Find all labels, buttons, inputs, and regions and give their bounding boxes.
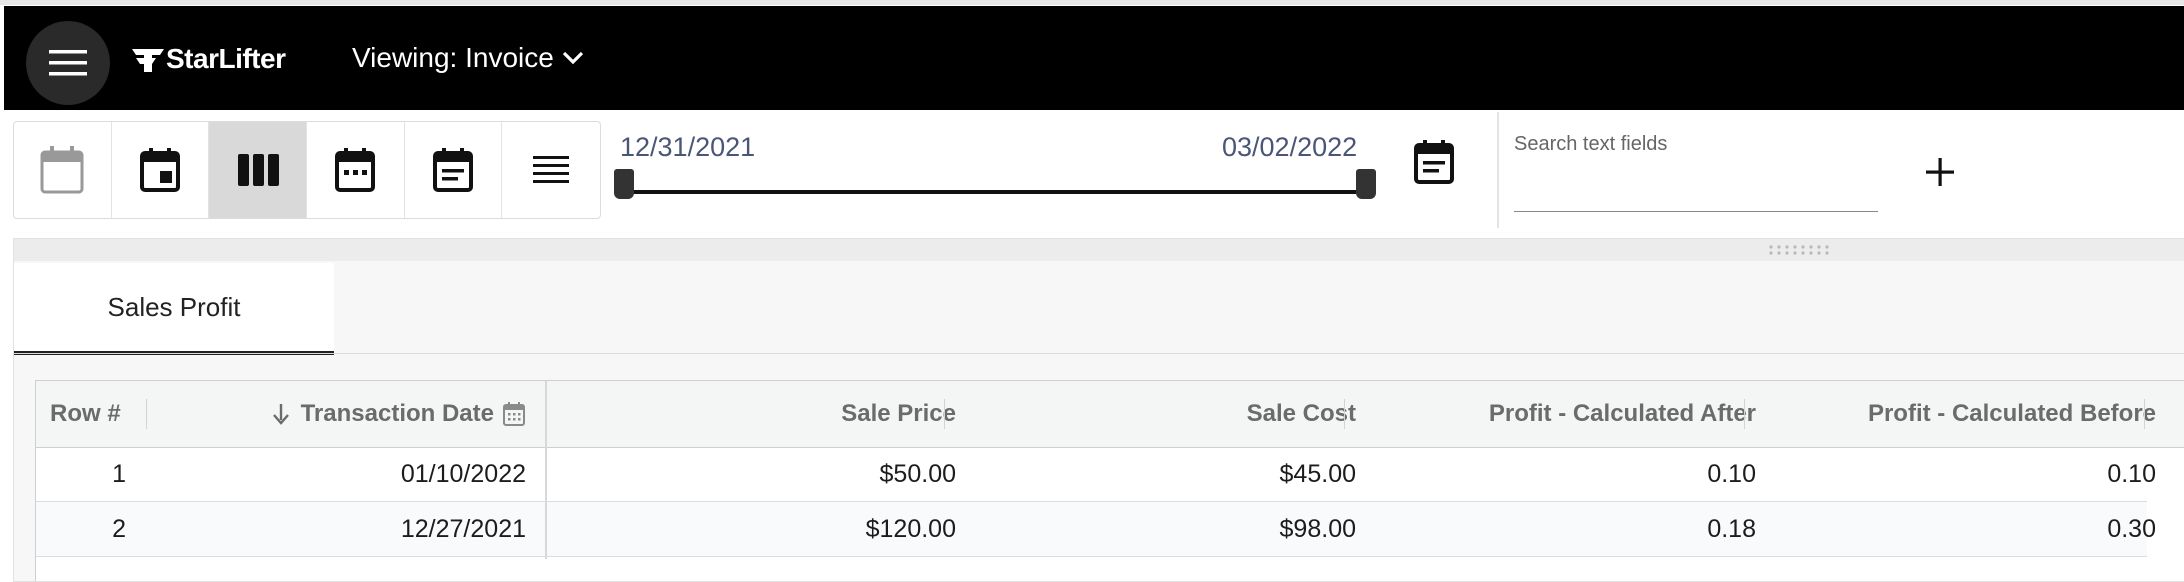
column-separator[interactable]	[146, 399, 147, 429]
pinned-column-divider	[545, 381, 547, 559]
calendar-agenda-icon	[433, 148, 474, 192]
calendar-event-icon	[1414, 140, 1454, 184]
search-input[interactable]	[1514, 163, 1878, 212]
column-header-sale-cost[interactable]: Sale Cost	[956, 381, 1356, 447]
day-view-button[interactable]	[112, 122, 210, 218]
tab-sales-profit[interactable]: Sales Profit	[14, 263, 334, 355]
column-header-label: Sale Price	[841, 400, 956, 427]
search-label: Search text fields	[1514, 133, 1668, 155]
column-header-label: Profit - Calculated Before	[1867, 400, 2156, 427]
column-header-profit-before[interactable]: Profit - Calculated Before	[1756, 381, 2156, 447]
column-separator[interactable]	[1344, 399, 1345, 429]
date-range-start: 12/31/2021	[620, 132, 756, 162]
brand-name: StarLifter	[166, 43, 286, 74]
grid-header: Row # Transaction Date Sale Price Sale C…	[36, 381, 2184, 448]
tab-bar-border	[14, 353, 2184, 354]
cell-sale-price: $120.00	[865, 515, 956, 543]
column-header-label: Sale Cost	[1246, 400, 1356, 427]
column-header-label: Row #	[50, 400, 121, 427]
starlifter-logo-mark	[132, 49, 164, 72]
agenda-view-button[interactable]	[405, 122, 503, 218]
cell-sale-cost: $98.00	[1279, 515, 1356, 543]
column-separator[interactable]	[944, 399, 945, 429]
arrow-down-icon	[272, 404, 289, 425]
date-range-end: 03/02/2022	[1222, 132, 1358, 162]
column-header-label: Transaction Date	[300, 400, 494, 427]
columns-view-button[interactable]	[209, 122, 308, 218]
toolbar-divider	[1497, 112, 1499, 228]
calendar-day-icon	[140, 148, 180, 192]
cell-profit-after: 0.18	[1707, 515, 1756, 543]
cell-profit-after: 0.10	[1707, 460, 1756, 488]
column-header-transaction-date[interactable]: Transaction Date	[156, 381, 526, 447]
view-selector[interactable]: Viewing: Invoice	[352, 42, 584, 74]
table-row[interactable]: 2 12/27/2021 $120.00 $98.00 0.18 0.30	[36, 502, 2156, 557]
view-selector-label: Viewing: Invoice	[352, 42, 554, 73]
cell-sale-cost: $45.00	[1279, 460, 1356, 488]
column-header-sale-price[interactable]: Sale Price	[556, 381, 956, 447]
date-range-slider-track[interactable]	[622, 190, 1366, 194]
panel-resize-bar[interactable]	[14, 239, 2184, 261]
column-header-label: Profit - Calculated After	[1488, 400, 1756, 427]
week-view-button[interactable]	[307, 122, 405, 218]
date-range-start-handle[interactable]	[614, 169, 634, 199]
hamburger-icon	[49, 50, 87, 76]
columns-view-icon	[237, 154, 279, 186]
cell-transaction-date: 12/27/2021	[400, 515, 526, 543]
add-button[interactable]	[1924, 149, 1956, 195]
date-picker-button[interactable]	[1412, 138, 1460, 186]
menu-button[interactable]	[26, 21, 110, 105]
calendar-icon	[503, 402, 525, 426]
column-header-row-number[interactable]: Row #	[50, 381, 160, 447]
cell-profit-before: 0.30	[2107, 515, 2156, 543]
column-header-profit-after[interactable]: Profit - Calculated After	[1356, 381, 1756, 447]
cell-row-number: 2	[112, 515, 126, 543]
drag-handle-icon	[1769, 245, 1829, 255]
cell-sale-price: $50.00	[879, 460, 956, 488]
list-view-icon	[533, 156, 570, 183]
app-bar: StarLifter Viewing: Invoice	[4, 6, 2184, 110]
calendar-outline-icon	[40, 146, 84, 194]
list-view-button[interactable]	[502, 122, 600, 218]
month-view-button[interactable]	[14, 122, 112, 218]
column-separator[interactable]	[1744, 399, 1745, 429]
cell-transaction-date: 01/10/2022	[400, 460, 526, 488]
cell-row-number: 1	[112, 460, 126, 488]
chevron-down-icon	[562, 51, 583, 65]
data-grid: Row # Transaction Date Sale Price Sale C…	[35, 380, 2184, 581]
tab-label: Sales Profit	[107, 291, 241, 322]
calendar-week-icon	[335, 148, 376, 192]
table-row[interactable]: 1 01/10/2022 $50.00 $45.00 0.10 0.10	[36, 447, 2156, 502]
brand-logo[interactable]: StarLifter	[132, 41, 286, 77]
column-separator[interactable]	[2144, 399, 2145, 429]
date-range-end-handle[interactable]	[1356, 169, 1376, 199]
window-top-border	[0, 0, 2184, 5]
cell-profit-before: 0.10	[2107, 460, 2156, 488]
plus-icon	[1926, 158, 1954, 186]
view-mode-toolbar	[13, 121, 601, 219]
